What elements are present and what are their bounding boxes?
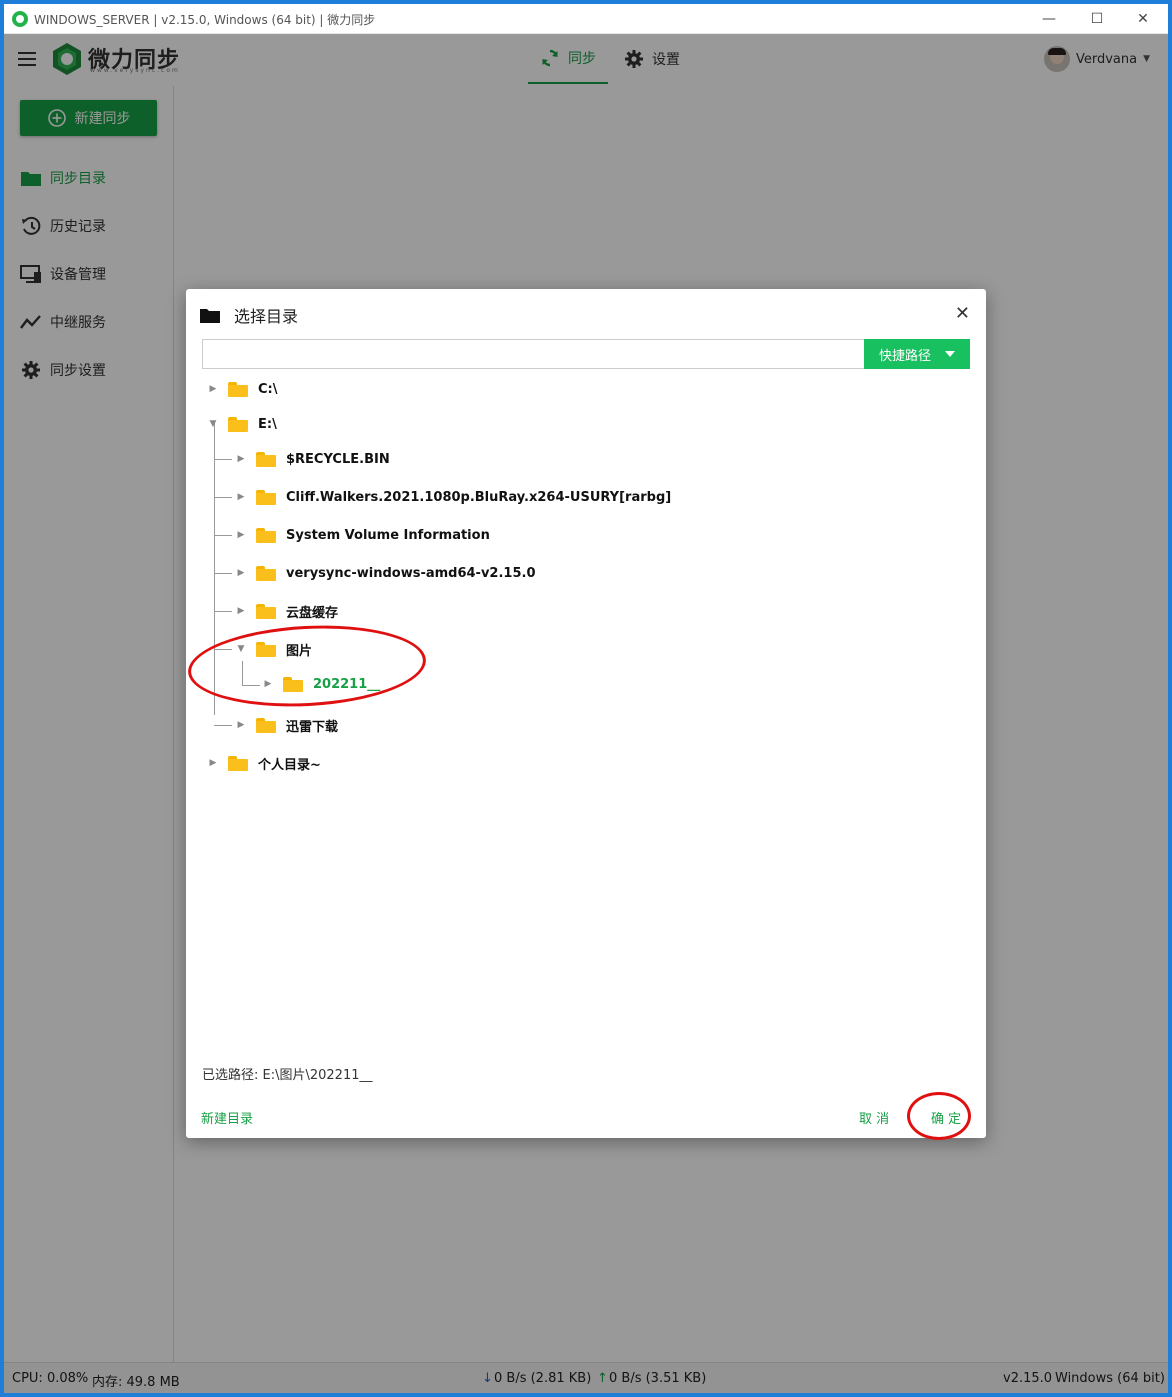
collapse-caret-icon[interactable]: ▼ <box>206 417 220 431</box>
expand-caret-icon[interactable]: ▶ <box>234 528 248 542</box>
quick-path-label: 快捷路径 <box>878 348 931 364</box>
tree-node-recycle-bin[interactable]: ▶ $RECYCLE.BIN <box>234 447 390 471</box>
close-icon[interactable]: ✕ <box>955 303 970 324</box>
close-window-button[interactable]: ✕ <box>1120 4 1166 34</box>
window-title: WINDOWS_SERVER | v2.15.0, Windows (64 bi… <box>34 13 376 27</box>
expand-caret-icon[interactable]: ▶ <box>234 718 248 732</box>
tree-connector <box>214 573 232 574</box>
chevron-down-icon <box>945 351 955 357</box>
folder-icon <box>256 527 276 543</box>
expand-caret-icon[interactable]: ▶ <box>234 490 248 504</box>
expand-caret-icon[interactable]: ▶ <box>234 604 248 618</box>
tree-node-personal[interactable]: ▶ 个人目录~ <box>206 751 321 775</box>
folder-icon <box>256 489 276 505</box>
tree-connector <box>214 725 232 726</box>
tree-node-thunder-downloads[interactable]: ▶ 迅雷下载 <box>234 713 338 737</box>
expand-caret-icon[interactable]: ▶ <box>206 382 220 396</box>
minimize-button[interactable]: — <box>1026 4 1072 34</box>
expand-caret-icon[interactable]: ▶ <box>234 566 248 580</box>
expand-caret-icon[interactable]: ▶ <box>234 452 248 466</box>
folder-icon <box>200 309 220 323</box>
expand-caret-icon[interactable]: ▶ <box>206 756 220 770</box>
tree-node-cliff-walkers[interactable]: ▶ Cliff.Walkers.2021.1080p.BluRay.x264-U… <box>234 485 671 509</box>
directory-tree: ▶ C:\ ▼ E:\ ▶ $RECYCLE.BIN ▶ Cliff.Walke… <box>186 371 986 791</box>
tree-node-e[interactable]: ▼ E:\ <box>206 412 277 436</box>
selected-path: 已选路径: E:\图片\202211__ <box>202 1068 373 1083</box>
new-folder-button[interactable]: 新建目录 <box>201 1108 253 1127</box>
tree-connector <box>214 611 232 612</box>
quick-path-button[interactable]: 快捷路径 <box>864 339 970 369</box>
annotation-circle <box>907 1092 971 1140</box>
tree-connector <box>214 459 232 460</box>
folder-icon <box>256 717 276 733</box>
cancel-button[interactable]: 取 消 <box>859 1108 889 1127</box>
maximize-button[interactable]: ☐ <box>1074 4 1120 34</box>
tree-connector <box>214 497 232 498</box>
folder-icon <box>256 451 276 467</box>
folder-icon <box>256 565 276 581</box>
path-input[interactable] <box>202 339 864 369</box>
dialog-header: 选择目录 <box>200 303 298 327</box>
app-logo-icon <box>12 11 28 27</box>
tree-node-system-volume[interactable]: ▶ System Volume Information <box>234 523 490 547</box>
app-window: WINDOWS_SERVER | v2.15.0, Windows (64 bi… <box>4 4 1168 1393</box>
title-bar: WINDOWS_SERVER | v2.15.0, Windows (64 bi… <box>4 4 1168 34</box>
tree-node-c[interactable]: ▶ C:\ <box>206 377 278 401</box>
dialog-title: 选择目录 <box>234 307 299 326</box>
folder-icon <box>228 381 248 397</box>
tree-connector <box>214 535 232 536</box>
tree-node-verysync[interactable]: ▶ verysync-windows-amd64-v2.15.0 <box>234 561 536 585</box>
folder-icon <box>228 416 248 432</box>
folder-icon <box>228 755 248 771</box>
tree-node-cloud-cache[interactable]: ▶ 云盘缓存 <box>234 599 338 623</box>
folder-icon <box>256 603 276 619</box>
select-directory-dialog: 选择目录 ✕ 快捷路径 ▶ C:\ ▼ E:\ ▶ $RECYCLE.BIN ▶… <box>186 289 986 1140</box>
